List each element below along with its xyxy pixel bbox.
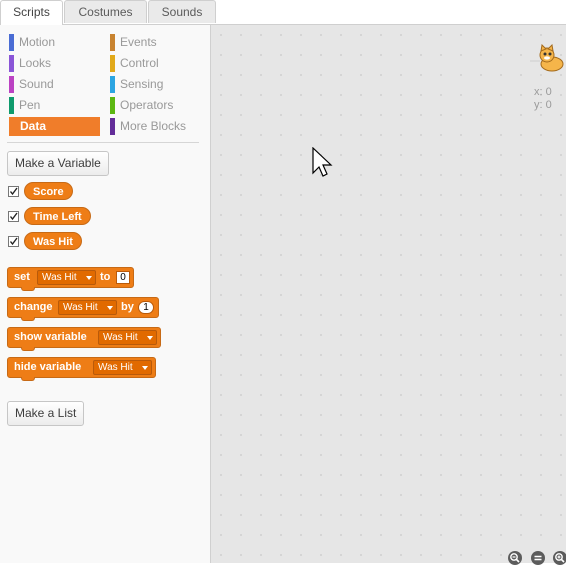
- dropdown-value: Was Hit: [103, 332, 138, 343]
- block-notch: [21, 377, 35, 381]
- tab-scripts[interactable]: Scripts: [0, 0, 63, 25]
- block-palette: Motion Looks Sound Pen Data Events Contr…: [0, 25, 211, 563]
- y-coordinate: y: 0: [534, 99, 552, 111]
- variable-dropdown[interactable]: Was Hit: [93, 360, 152, 375]
- category-color-bar: [110, 55, 115, 72]
- category-more-blocks[interactable]: More Blocks: [110, 117, 200, 136]
- checkbox-was-hit[interactable]: [8, 236, 19, 247]
- block-notch: [21, 287, 35, 291]
- make-variable-button[interactable]: Make a Variable: [7, 151, 109, 176]
- set-variable-block[interactable]: set Was Hit to 0: [7, 267, 134, 291]
- category-events[interactable]: Events: [110, 33, 200, 52]
- x-label: x:: [534, 86, 543, 98]
- variable-dropdown[interactable]: Was Hit: [98, 330, 157, 345]
- value-input[interactable]: 1: [138, 301, 154, 314]
- dropdown-arrow-icon: [142, 366, 148, 370]
- category-color-bar: [9, 97, 14, 114]
- block-label: to: [100, 271, 111, 283]
- category-label: Pen: [19, 98, 41, 112]
- change-variable-block[interactable]: change Was Hit by 1: [7, 297, 159, 321]
- sprite-thumbnail: [530, 43, 566, 74]
- tab-bar: Scripts Costumes Sounds: [0, 0, 566, 25]
- value-input[interactable]: 0: [116, 271, 130, 284]
- checkbox-time-left[interactable]: [8, 211, 19, 222]
- category-color-bar: [9, 55, 14, 72]
- y-value: 0: [545, 99, 552, 111]
- category-data[interactable]: Data: [9, 117, 100, 136]
- block-label: by: [121, 301, 134, 313]
- dropdown-value: Was Hit: [98, 362, 133, 373]
- mouse-cursor-icon: [312, 147, 333, 177]
- dropdown-value: Was Hit: [42, 272, 77, 283]
- dropdown-arrow-icon: [86, 276, 92, 280]
- category-control[interactable]: Control: [110, 54, 200, 73]
- y-label: y:: [534, 99, 543, 111]
- category-motion[interactable]: Motion: [9, 33, 99, 52]
- block-label: show variable: [14, 331, 87, 343]
- category-looks[interactable]: Looks: [9, 54, 99, 73]
- palette-divider: [7, 142, 199, 143]
- category-sound[interactable]: Sound: [9, 75, 99, 94]
- tab-costumes[interactable]: Costumes: [64, 0, 147, 23]
- variable-dropdown[interactable]: Was Hit: [58, 300, 117, 315]
- variable-reporter-time-left[interactable]: Time Left: [24, 207, 91, 225]
- tab-sounds[interactable]: Sounds: [148, 0, 216, 23]
- category-color-bar: [110, 76, 115, 93]
- category-label: More Blocks: [120, 119, 187, 133]
- dropdown-value: Was Hit: [63, 302, 98, 313]
- category-sensing[interactable]: Sensing: [110, 75, 200, 94]
- category-label: Data: [20, 119, 47, 133]
- script-area[interactable]: [211, 25, 566, 563]
- x-value: 0: [545, 86, 552, 98]
- category-color-bar: [110, 34, 115, 51]
- category-label: Control: [120, 56, 159, 70]
- category-label: Sensing: [120, 77, 164, 91]
- category-pen[interactable]: Pen: [9, 96, 99, 115]
- category-operators[interactable]: Operators: [110, 96, 200, 115]
- category-color-bar: [110, 97, 115, 114]
- x-coordinate: x: 0: [534, 86, 552, 98]
- category-color-bar: [9, 76, 14, 93]
- show-variable-block[interactable]: show variable Was Hit: [7, 327, 161, 351]
- block-label: set: [14, 271, 30, 283]
- block-notch: [21, 347, 35, 351]
- category-label: Events: [120, 35, 157, 49]
- variable-reporter-was-hit[interactable]: Was Hit: [24, 232, 82, 250]
- dropdown-arrow-icon: [107, 306, 113, 310]
- category-color-bar: [110, 118, 115, 135]
- hide-variable-block[interactable]: hide variable Was Hit: [7, 357, 156, 381]
- category-label: Looks: [19, 56, 52, 70]
- category-label: Motion: [19, 35, 56, 49]
- category-label: Operators: [120, 98, 174, 112]
- category-label: Sound: [19, 77, 54, 91]
- block-notch: [21, 317, 35, 321]
- variable-reporter-score[interactable]: Score: [24, 182, 73, 200]
- cat-sprite-icon: [530, 43, 564, 72]
- make-list-button[interactable]: Make a List: [7, 401, 85, 426]
- dropdown-arrow-icon: [147, 336, 153, 340]
- variable-dropdown[interactable]: Was Hit: [37, 270, 96, 285]
- block-label: hide variable: [14, 361, 82, 373]
- block-label: change: [14, 301, 53, 313]
- checkbox-score[interactable]: [8, 186, 19, 197]
- category-color-bar: [9, 34, 14, 51]
